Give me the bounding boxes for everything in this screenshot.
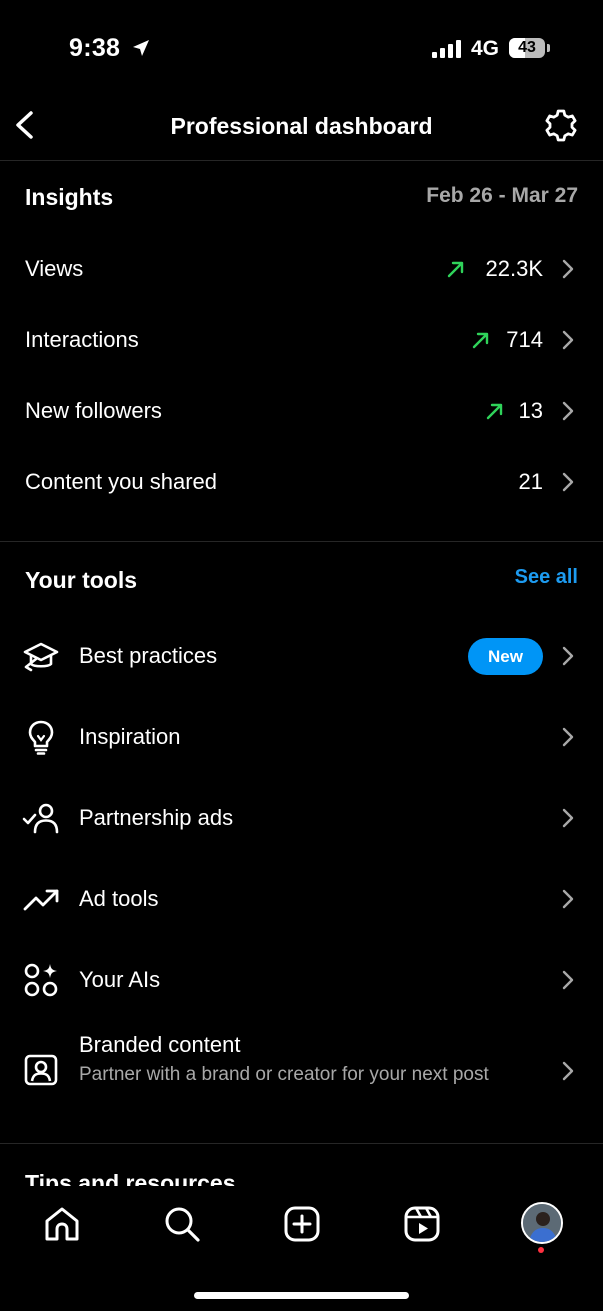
signal-icon xyxy=(432,40,461,58)
chevron-right-icon xyxy=(562,330,574,350)
status-time: 9:38 xyxy=(69,34,121,62)
tool-ad-tools[interactable]: Ad tools xyxy=(0,864,603,934)
chevron-right-icon xyxy=(562,727,574,747)
tool-subtitle: Partner with a brand or creator for your… xyxy=(79,1064,489,1085)
top-nav: Professional dashboard xyxy=(0,96,603,161)
home-icon[interactable] xyxy=(42,1204,82,1244)
insights-title: Insights xyxy=(25,184,114,210)
section-divider xyxy=(0,541,603,542)
location-arrow-icon xyxy=(133,40,149,56)
tool-your-ais[interactable]: Your AIs xyxy=(0,945,603,1015)
trend-up-icon xyxy=(447,261,464,278)
insight-row-new-followers[interactable]: New followers 13 xyxy=(0,381,603,441)
reels-icon[interactable] xyxy=(402,1204,442,1244)
tool-inspiration[interactable]: Inspiration xyxy=(0,702,603,772)
tool-label: Your AIs xyxy=(79,967,161,992)
tool-label: Partnership ads xyxy=(79,805,234,830)
battery-icon: 43 xyxy=(509,38,551,60)
insight-label: Views xyxy=(25,256,84,281)
chevron-right-icon xyxy=(562,472,574,492)
person-check-icon xyxy=(22,803,59,834)
chevron-right-icon xyxy=(562,970,574,990)
insight-label: New followers xyxy=(25,398,162,423)
insight-value: 21 xyxy=(518,469,543,494)
insight-row-interactions[interactable]: Interactions 714 xyxy=(0,310,603,370)
new-badge: New xyxy=(468,638,543,675)
tool-label: Best practices xyxy=(79,643,218,668)
insight-value: 714 xyxy=(506,327,543,352)
tool-label: Inspiration xyxy=(79,724,181,749)
tool-partnership-ads[interactable]: Partnership ads xyxy=(0,783,603,853)
section-divider xyxy=(0,1143,603,1144)
battery-level: 43 xyxy=(518,39,536,56)
chevron-right-icon xyxy=(562,401,574,421)
trending-up-icon xyxy=(23,889,59,911)
bottom-tab-bar xyxy=(0,1186,603,1311)
settings-gear-icon[interactable] xyxy=(543,108,579,144)
tips-title: Tips and resources xyxy=(25,1170,236,1186)
tools-title: Your tools xyxy=(25,567,138,593)
chevron-right-icon xyxy=(562,646,574,666)
tool-best-practices[interactable]: Best practices New xyxy=(0,621,603,691)
insight-label: Content you shared xyxy=(25,469,218,494)
chevron-right-icon xyxy=(562,1061,574,1081)
trend-up-icon xyxy=(486,403,503,420)
avatar-photo xyxy=(523,1204,561,1242)
search-icon[interactable] xyxy=(162,1204,202,1244)
insight-value: 13 xyxy=(518,398,543,423)
profile-avatar[interactable] xyxy=(521,1202,563,1244)
notification-dot xyxy=(538,1247,544,1253)
chevron-right-icon xyxy=(562,889,574,909)
insight-row-content-shared[interactable]: Content you shared 21 xyxy=(0,452,603,512)
create-post-icon[interactable] xyxy=(282,1204,322,1244)
chevron-right-icon xyxy=(562,259,574,279)
lightbulb-icon xyxy=(28,720,54,755)
page-title: Professional dashboard xyxy=(170,113,433,139)
tool-branded-content[interactable]: Branded content Partner with a brand or … xyxy=(0,1030,603,1114)
branded-content-icon xyxy=(24,1054,58,1086)
trend-up-icon xyxy=(472,332,489,349)
graduation-cap-icon xyxy=(23,642,59,672)
home-indicator xyxy=(194,1292,409,1299)
status-bar: 9:38 4G 43 xyxy=(0,0,603,96)
network-type: 4G xyxy=(471,37,500,60)
tool-label: Branded content xyxy=(79,1032,241,1057)
ai-shapes-icon xyxy=(24,963,58,997)
chevron-right-icon xyxy=(562,808,574,828)
insight-row-views[interactable]: Views 22.3K xyxy=(0,239,603,299)
insight-value: 22.3K xyxy=(485,256,544,281)
tool-label: Ad tools xyxy=(79,886,159,911)
insight-label: Interactions xyxy=(25,327,139,352)
insights-date-range[interactable]: Feb 26 - Mar 27 xyxy=(426,184,578,208)
see-all-link[interactable]: See all xyxy=(515,566,578,589)
